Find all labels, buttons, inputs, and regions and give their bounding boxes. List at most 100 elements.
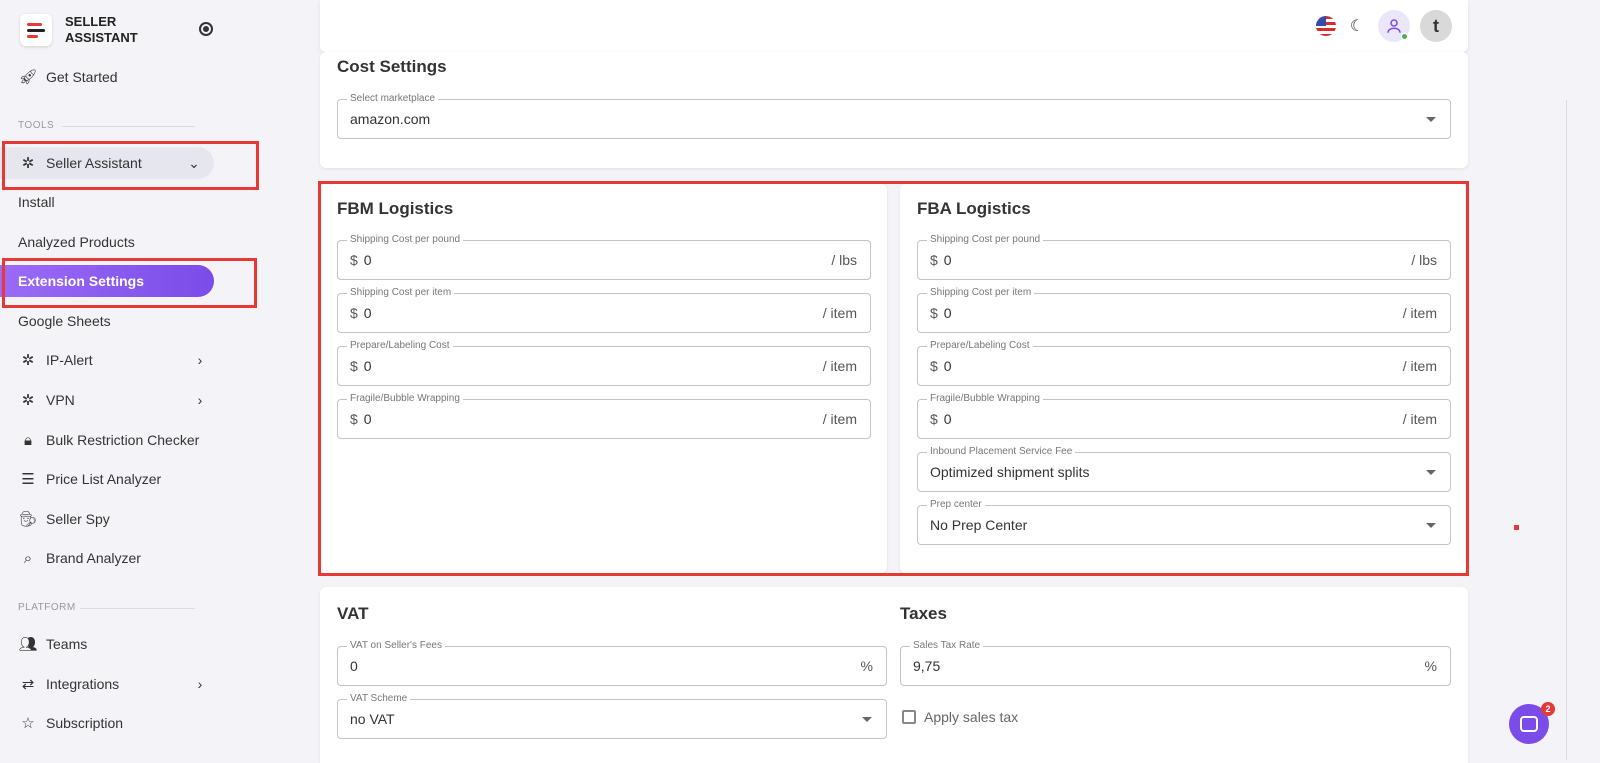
sidebar-item-install[interactable]: Install bbox=[0, 186, 220, 218]
top-bar: ☾ t bbox=[320, 0, 1468, 52]
chevron-right-icon: › bbox=[197, 392, 203, 408]
fba-shipping-per-pound-field[interactable]: Shipping Cost per pound $0 / lbs bbox=[917, 234, 1451, 280]
field-label: Prep center bbox=[927, 499, 985, 511]
sidebar-item-label: VPN bbox=[46, 392, 75, 408]
section-label-platform: PLATFORM bbox=[18, 602, 76, 613]
sales-tax-rate-field[interactable]: Sales Tax Rate 9,75 % bbox=[900, 640, 1451, 686]
vat-on-fees-field[interactable]: VAT on Seller's Fees 0 % bbox=[337, 640, 887, 686]
vat-scheme-select[interactable]: VAT Scheme no VAT bbox=[337, 693, 887, 739]
chat-icon bbox=[1520, 716, 1538, 732]
taxes-title: Taxes bbox=[900, 604, 947, 623]
field-label: Shipping Cost per item bbox=[927, 287, 1035, 299]
sidebar-item-label: Install bbox=[18, 194, 55, 210]
brand-name: SELLER ASSISTANT bbox=[65, 14, 138, 45]
field-label: Prepare/Labeling Cost bbox=[347, 340, 453, 352]
puzzle-icon: ✲ bbox=[21, 352, 35, 369]
user-icon[interactable] bbox=[1378, 10, 1410, 42]
sidebar-item-teams[interactable]: 👥︎ Teams bbox=[0, 628, 220, 660]
fba-shipping-per-item-field[interactable]: Shipping Cost per item $0 / item bbox=[917, 287, 1451, 333]
fbm-bubble-wrapping-field[interactable]: Fragile/Bubble Wrapping $0 / item bbox=[337, 393, 871, 439]
sidebar-item-label: Seller Assistant bbox=[46, 155, 142, 171]
sidebar-item-label: Integrations bbox=[46, 676, 120, 692]
sidebar-item-label: Subscription bbox=[46, 715, 124, 731]
sidebar-item-label: IP-Alert bbox=[46, 352, 93, 368]
apply-sales-tax-row[interactable]: Apply sales tax bbox=[902, 709, 1018, 725]
vat-title: VAT bbox=[337, 604, 369, 623]
field-label: Prepare/Labeling Cost bbox=[927, 340, 1033, 352]
field-value: amazon.com bbox=[350, 111, 431, 127]
rocket-icon: 🚀︎ bbox=[18, 69, 38, 86]
top-bar-icons: ☾ t bbox=[1316, 10, 1452, 42]
fba-bubble-wrapping-field[interactable]: Fragile/Bubble Wrapping $0 / item bbox=[917, 393, 1451, 439]
field-unit: % bbox=[860, 658, 873, 674]
field-label: VAT Scheme bbox=[347, 693, 411, 705]
prep-center-select[interactable]: Prep center No Prep Center bbox=[917, 499, 1451, 545]
cost-settings-card: Cost Settings Select marketplace amazon.… bbox=[320, 52, 1468, 168]
divider bbox=[80, 608, 195, 609]
avatar[interactable]: t bbox=[1420, 10, 1452, 42]
field-value: $0 bbox=[350, 411, 372, 427]
sidebar-item-label: Price List Analyzer bbox=[46, 471, 162, 487]
sidebar: SELLER ASSISTANT 🚀︎ Get Started TOOLS ✲ … bbox=[0, 0, 268, 763]
brand[interactable]: SELLER ASSISTANT bbox=[20, 14, 155, 46]
marketplace-select[interactable]: Select marketplace amazon.com bbox=[337, 93, 1451, 139]
field-value: $0 bbox=[350, 358, 372, 374]
inbound-placement-select[interactable]: Inbound Placement Service Fee Optimized … bbox=[917, 446, 1451, 492]
field-label: Shipping Cost per pound bbox=[927, 234, 1044, 246]
field-unit: / item bbox=[1402, 358, 1437, 374]
field-label: Fragile/Bubble Wrapping bbox=[347, 393, 463, 405]
sidebar-item-bulk-restriction[interactable]: 🔒︎ Bulk Restriction Checker bbox=[0, 424, 220, 456]
sidebar-item-seller-spy[interactable]: 🕵︎ Seller Spy bbox=[0, 503, 220, 535]
field-unit: / lbs bbox=[831, 252, 857, 268]
fbm-shipping-per-pound-field[interactable]: Shipping Cost per pound $0 / lbs bbox=[337, 234, 871, 280]
sidebar-item-vpn[interactable]: ✲ VPN › bbox=[0, 384, 220, 416]
sidebar-item-seller-assistant[interactable]: ✲ Seller Assistant ⌄ bbox=[0, 147, 214, 179]
field-value: Optimized shipment splits bbox=[930, 464, 1090, 480]
moon-icon[interactable]: ☾ bbox=[1346, 15, 1368, 37]
field-unit: / item bbox=[1402, 305, 1437, 321]
sidebar-item-label: Brand Analyzer bbox=[46, 550, 141, 566]
people-icon: 👥︎ bbox=[18, 636, 38, 653]
chevron-down-icon: ⌄ bbox=[188, 154, 200, 171]
caret-down-icon bbox=[1426, 523, 1436, 528]
field-unit: / item bbox=[822, 411, 857, 427]
sidebar-item-subscription[interactable]: ☆ Subscription bbox=[0, 707, 220, 739]
field-label: Sales Tax Rate bbox=[910, 640, 984, 652]
sidebar-item-price-list[interactable]: ☰ Price List Analyzer bbox=[0, 463, 220, 495]
field-label: Inbound Placement Service Fee bbox=[927, 446, 1076, 458]
sidebar-item-analyzed-products[interactable]: Analyzed Products bbox=[0, 226, 220, 258]
chat-badge: 2 bbox=[1541, 702, 1555, 716]
sidebar-item-get-started[interactable]: 🚀︎ Get Started bbox=[0, 61, 220, 93]
sidebar-item-label: Teams bbox=[46, 636, 88, 652]
caret-down-icon bbox=[1426, 117, 1436, 122]
fbm-shipping-per-item-field[interactable]: Shipping Cost per item $0 / item bbox=[337, 287, 871, 333]
lock-icon: 🔒︎ bbox=[24, 431, 32, 449]
sidebar-item-brand-analyzer[interactable]: ⌕ Brand Analyzer bbox=[0, 542, 220, 574]
us-flag-icon[interactable] bbox=[1316, 16, 1336, 36]
sidebar-item-label: Extension Settings bbox=[18, 273, 145, 289]
field-unit: / item bbox=[822, 358, 857, 374]
sidebar-item-ip-alert[interactable]: ✲ IP-Alert › bbox=[0, 344, 220, 376]
scrollbar[interactable] bbox=[1566, 100, 1567, 760]
field-unit: / lbs bbox=[1411, 252, 1437, 268]
field-value: $0 bbox=[930, 305, 952, 321]
field-label: Fragile/Bubble Wrapping bbox=[927, 393, 1043, 405]
fbm-prepare-labeling-field[interactable]: Prepare/Labeling Cost $0 / item bbox=[337, 340, 871, 386]
sidebar-item-integrations[interactable]: ⇄ Integrations › bbox=[0, 668, 220, 700]
field-label: Shipping Cost per pound bbox=[347, 234, 464, 246]
sidebar-item-label: Analyzed Products bbox=[18, 234, 135, 250]
sidebar-pin-icon[interactable] bbox=[199, 22, 213, 36]
chevron-right-icon: › bbox=[197, 676, 203, 692]
field-value: $0 bbox=[350, 252, 372, 268]
sidebar-item-extension-settings[interactable]: Extension Settings bbox=[0, 265, 214, 297]
caret-down-icon bbox=[862, 717, 872, 722]
fba-prepare-labeling-field[interactable]: Prepare/Labeling Cost $0 / item bbox=[917, 340, 1451, 386]
cost-settings-title: Cost Settings bbox=[337, 57, 447, 76]
user-glyph-icon bbox=[1387, 19, 1401, 33]
field-value: No Prep Center bbox=[930, 517, 1028, 533]
field-unit: / item bbox=[822, 305, 857, 321]
field-value: $0 bbox=[930, 252, 952, 268]
apply-sales-tax-checkbox[interactable] bbox=[902, 710, 916, 724]
list-icon: ☰ bbox=[21, 471, 35, 488]
sidebar-item-google-sheets[interactable]: Google Sheets bbox=[0, 305, 220, 337]
